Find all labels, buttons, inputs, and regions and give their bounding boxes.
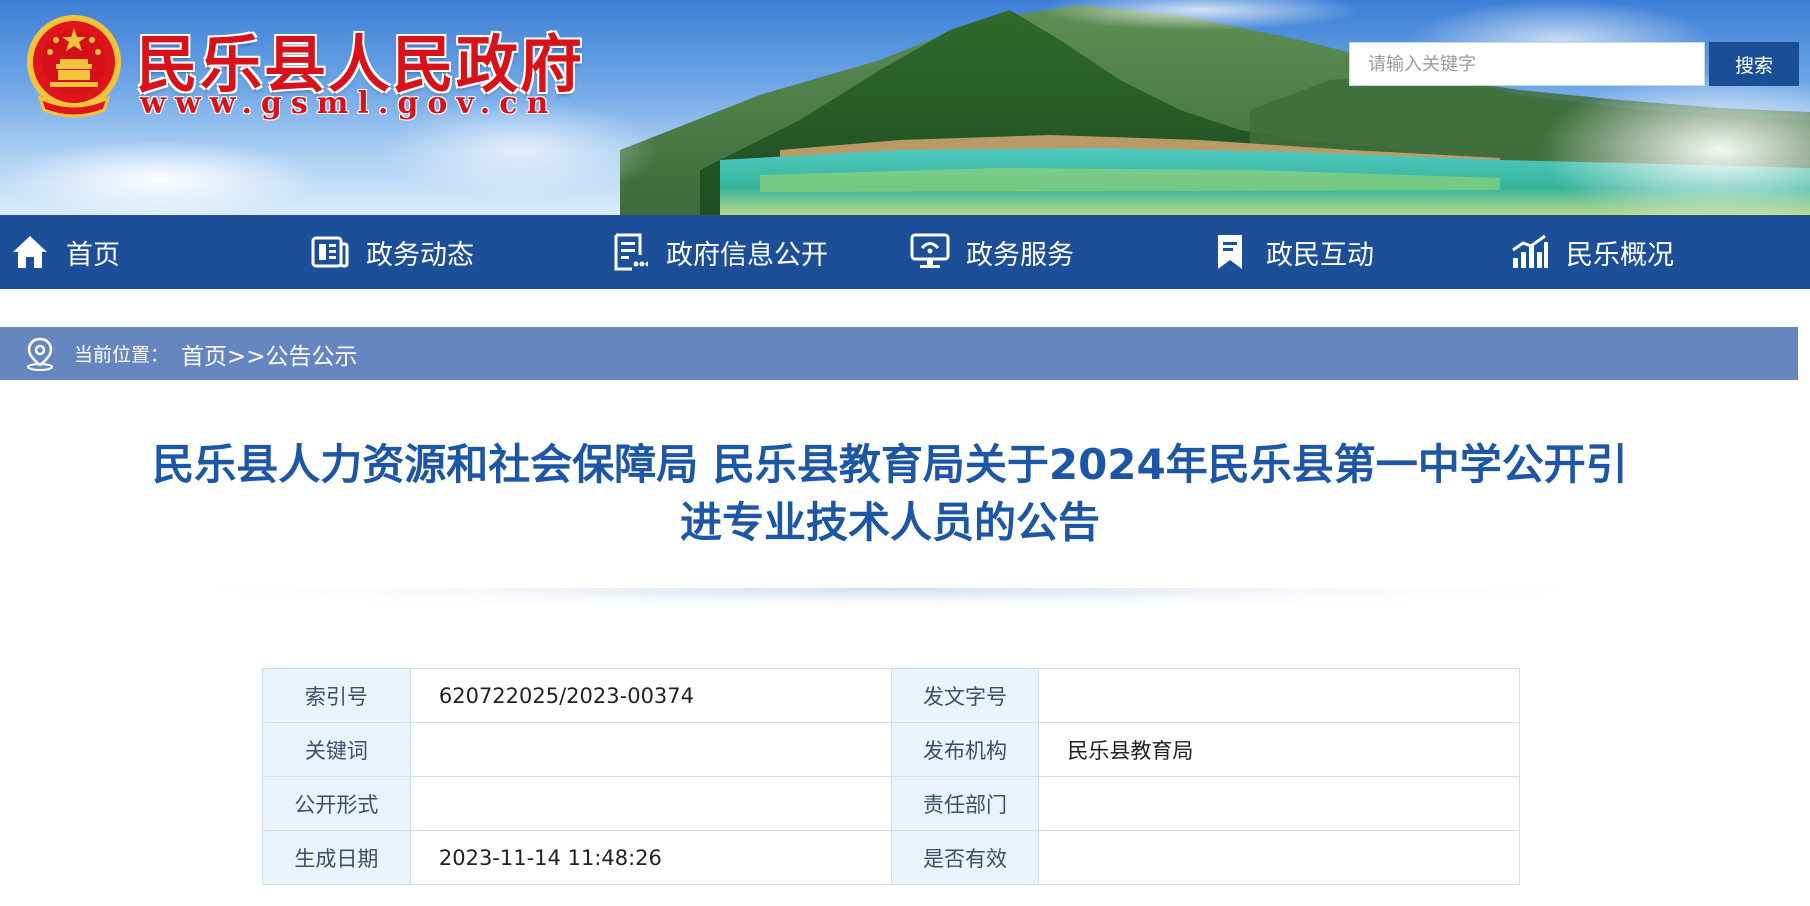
search-input[interactable]	[1349, 42, 1705, 86]
nav-label: 民乐概况	[1566, 239, 1674, 271]
field-value	[1038, 776, 1520, 831]
site-url: www.gsml.gov.cn	[140, 86, 558, 121]
nav-item-news[interactable]: 政务动态	[300, 215, 600, 289]
breadcrumb: 当前位置： 首页>>公告公示	[0, 327, 1798, 380]
monitor-service-icon	[910, 232, 950, 272]
breadcrumb-label: 当前位置：	[74, 344, 170, 366]
nav-label: 首页	[66, 239, 120, 271]
nav-label: 政府信息公开	[666, 239, 828, 271]
field-value	[409, 722, 892, 777]
article-title: 民乐县人力资源和社会保障局 民乐县教育局关于2024年民乐县第一中学公开引 进专…	[90, 436, 1690, 552]
field-label: 发文字号	[890, 668, 1040, 723]
search-button[interactable]: 搜索	[1709, 42, 1799, 86]
newspaper-icon	[310, 232, 350, 272]
nav-item-overview[interactable]: 民乐概况	[1500, 215, 1800, 289]
table-row: 关键词 发布机构 民乐县教育局	[262, 722, 1520, 777]
field-label: 发布机构	[890, 722, 1040, 777]
title-divider	[190, 588, 1590, 610]
field-label: 生成日期	[262, 830, 411, 885]
field-label: 索引号	[262, 668, 411, 723]
header-banner: 民乐县人民政府 www.gsml.gov.cn 搜索	[0, 0, 1810, 215]
main-nav: 首页 政务动态 政府信息公开 政务服务 政民互动 民乐概况	[0, 215, 1810, 289]
nav-item-interaction[interactable]: 政民互动	[1200, 215, 1500, 289]
national-emblem-logo	[27, 15, 121, 118]
field-label: 公开形式	[262, 776, 411, 831]
nav-item-services[interactable]: 政务服务	[900, 215, 1200, 289]
article-title-line: 民乐县人力资源和社会保障局 民乐县教育局关于2024年民乐县第一中学公开引	[152, 440, 1628, 489]
field-value: 620722025/2023-00374	[409, 668, 892, 723]
bar-chart-icon	[1510, 232, 1550, 272]
article-title-line: 进专业技术人员的公告	[679, 498, 1100, 547]
document-list-icon	[610, 232, 650, 272]
location-pin-icon	[27, 337, 53, 371]
nav-label: 政务服务	[966, 239, 1074, 271]
nav-item-home[interactable]: 首页	[0, 215, 300, 289]
table-row: 索引号 620722025/2023-00374 发文字号	[262, 668, 1520, 723]
field-value	[1038, 668, 1520, 723]
field-value: 2023-11-14 11:48:26	[409, 830, 892, 885]
field-value	[409, 776, 892, 831]
home-icon	[10, 232, 50, 272]
nav-label: 政务动态	[366, 239, 474, 271]
document-info-table: 索引号 620722025/2023-00374 发文字号 关键词 发布机构 民…	[262, 668, 1520, 885]
field-label: 责任部门	[890, 776, 1040, 831]
field-value: 民乐县教育局	[1038, 722, 1520, 777]
table-row: 公开形式 责任部门	[262, 776, 1520, 831]
bookmark-icon	[1210, 232, 1250, 272]
table-row: 生成日期 2023-11-14 11:48:26 是否有效	[262, 830, 1520, 885]
breadcrumb-path[interactable]: 首页>>公告公示	[181, 337, 358, 371]
nav-item-info-disclosure[interactable]: 政府信息公开	[600, 215, 900, 289]
field-label: 关键词	[262, 722, 411, 777]
field-value	[1038, 830, 1520, 885]
field-label: 是否有效	[890, 830, 1040, 885]
nav-label: 政民互动	[1266, 239, 1374, 271]
